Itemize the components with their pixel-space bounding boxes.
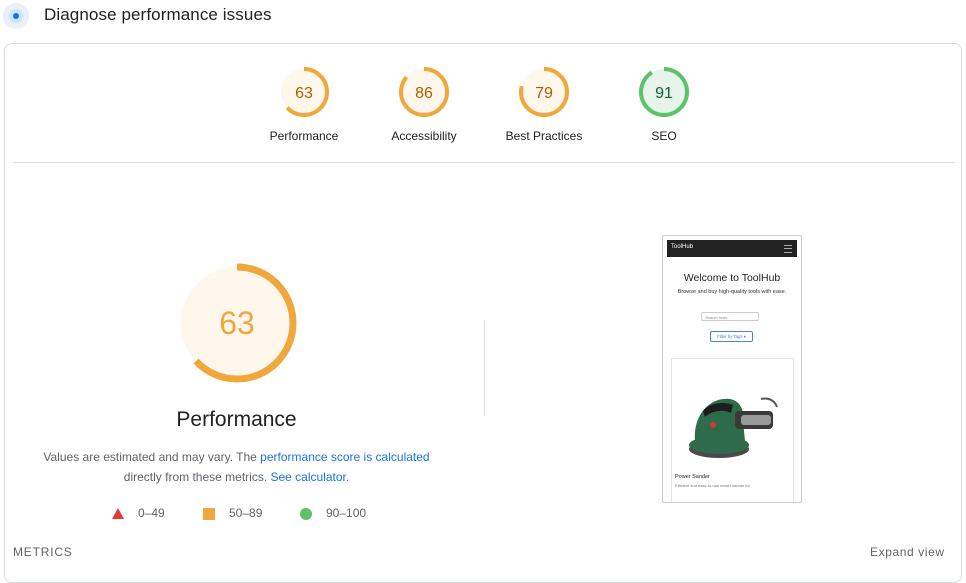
legend-range: 50–89 (229, 506, 263, 520)
gauge-best-practices[interactable]: 79 Best Practices (484, 66, 604, 143)
section-divider (13, 162, 955, 163)
score-calculated-link[interactable]: performance score is calculated (260, 450, 429, 464)
hamburger-icon (784, 245, 792, 253)
desc-text: Values are estimated and may vary. The (43, 450, 261, 464)
preview-heading: Welcome to ToolHub (683, 272, 781, 284)
gauge-score: 79 (535, 85, 553, 102)
preview-subtext: Browse and buy high-quality tools with e… (677, 289, 787, 295)
preview-search: Search tools... (701, 312, 759, 321)
gauge-score: 91 (655, 85, 673, 102)
preview-product-desc: Efficient and easy-to-use power sander f… (675, 483, 751, 487)
square-icon (203, 508, 215, 520)
gauge-accessibility[interactable]: 86 Accessibility (364, 66, 484, 143)
legend-range: 90–100 (326, 506, 367, 520)
gauge-ring: 91 (639, 67, 689, 117)
desc-text: . (345, 470, 350, 484)
circle-icon (300, 508, 312, 520)
score-gauges: 63 Performance 86 Accessibility 79 Best … (0, 0, 966, 143)
legend-range: 0–49 (138, 506, 165, 520)
gauge-score: 86 (415, 85, 433, 102)
page-screenshot-preview[interactable]: ToolHub Welcome to ToolHub Browse and bu… (662, 235, 802, 503)
gauge-ring: 79 (519, 67, 569, 117)
metrics-heading: METRICS (13, 545, 73, 559)
performance-description: Values are estimated and may vary. The p… (0, 447, 473, 487)
desc-text: directly from these metrics. (123, 470, 271, 484)
gauge-label: SEO (651, 129, 677, 143)
preview-brand: ToolHub (671, 244, 694, 250)
gauge-performance[interactable]: 63 Performance (244, 66, 364, 143)
triangle-icon (112, 508, 124, 519)
gauge-seo[interactable]: 91 SEO (604, 66, 724, 143)
performance-gauge: 63 (177, 263, 297, 383)
see-calculator-link[interactable]: See calculator (270, 470, 345, 484)
gauge-label: Best Practices (505, 129, 583, 143)
preview-product-card (671, 358, 794, 502)
gauge-label: Accessibility (391, 129, 457, 143)
gauge-score: 63 (295, 85, 313, 102)
gauge-label: Performance (269, 129, 339, 143)
performance-score: 63 (219, 305, 255, 341)
gauge-ring: 63 (279, 67, 329, 117)
preview-product-name: Power Sander (675, 474, 710, 480)
performance-title: Performance (176, 408, 297, 431)
vertical-divider (484, 320, 485, 416)
preview-navbar: ToolHub (667, 240, 797, 257)
expand-view-button[interactable]: Expand view (870, 545, 945, 559)
power-sander-image (689, 397, 778, 458)
gauge-ring: 86 (399, 67, 449, 117)
preview-filter: Filter by Tags ▾ (710, 331, 753, 342)
